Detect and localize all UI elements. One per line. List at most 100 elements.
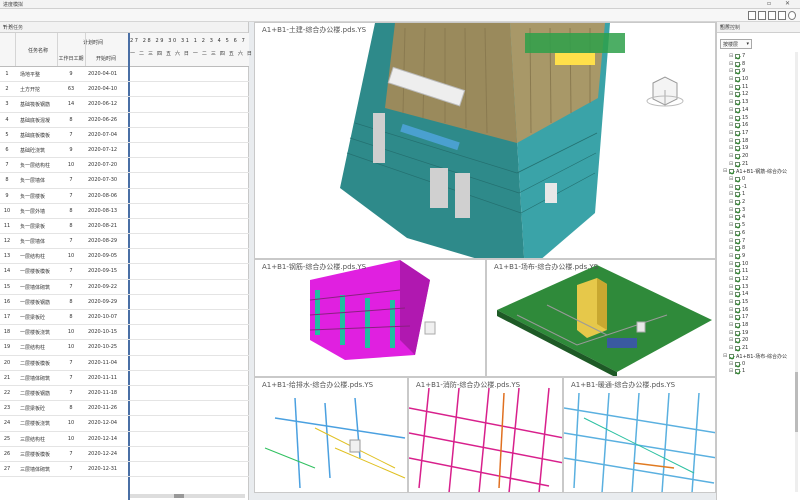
tree-node[interactable]: ⊟ 9 [717, 253, 800, 261]
layer-checkbox[interactable] [735, 207, 740, 213]
tree-node[interactable]: ⊟ 12 [717, 276, 800, 284]
layer-checkbox[interactable] [735, 130, 740, 136]
expand-icon[interactable]: ⊟ [729, 291, 733, 297]
tree-node[interactable]: ⊟ 16 [717, 122, 800, 130]
tree-node[interactable]: ⊟ 7 [717, 53, 800, 61]
tree-node[interactable]: ⊟ 0 [717, 176, 800, 184]
viewport-fire[interactable]: A1+B1-消防-综合办公楼.pds.YS [408, 377, 563, 493]
tree-node[interactable]: ⊟ 13 [717, 284, 800, 292]
tree-node[interactable]: ⊟ 14 [717, 107, 800, 115]
expand-icon[interactable]: ⊟ [729, 222, 733, 228]
layer-checkbox[interactable] [735, 84, 740, 90]
table-row[interactable]: 13 一层结构柱 10 2020-09-05 [0, 249, 249, 265]
table-row[interactable]: 15 一层墙体砌筑 7 2020-09-22 [0, 280, 249, 295]
tree-node[interactable]: ⊟ 21 [717, 345, 800, 353]
layer-checkbox[interactable] [735, 161, 740, 167]
layer-checkbox[interactable] [735, 330, 740, 336]
table-row[interactable]: 23 二层梁板砼 8 2020-11-26 [0, 401, 249, 417]
layer-checkbox[interactable] [735, 276, 740, 282]
tree-node[interactable]: ⊟ 8 [717, 61, 800, 69]
layer-checkbox[interactable] [735, 107, 740, 113]
layer-checkbox[interactable] [735, 323, 740, 329]
layer-checkbox[interactable] [735, 246, 740, 252]
tree-node[interactable]: ⊟ 0 [717, 361, 800, 369]
layer-checkbox[interactable] [735, 146, 740, 152]
layer-checkbox[interactable] [735, 153, 740, 159]
tree-node[interactable]: ⊟ 18 [717, 322, 800, 330]
expand-icon[interactable]: ⊟ [729, 284, 733, 290]
layer-checkbox[interactable] [735, 361, 740, 367]
expand-icon[interactable]: ⊟ [729, 345, 733, 351]
layer-checkbox[interactable] [735, 315, 740, 321]
table-row[interactable]: 8 负一层墙体 7 2020-07-30 [0, 173, 249, 189]
tree-node[interactable]: ⊟ 9 [717, 68, 800, 76]
table-row[interactable]: 22 二层楼板钢筋 7 2020-11-18 [0, 386, 249, 402]
table-row[interactable]: 6 基础砼浇筑 9 2020-07-12 [0, 143, 249, 159]
table-row[interactable]: 3 基础筏板钢筋 14 2020-06-12 [0, 97, 249, 113]
expand-icon[interactable]: ⊟ [729, 230, 733, 236]
expand-icon[interactable]: ⊟ [723, 168, 727, 174]
expand-icon[interactable]: ⊟ [729, 276, 733, 282]
expand-icon[interactable]: ⊟ [729, 307, 733, 313]
expand-icon[interactable]: ⊟ [729, 330, 733, 336]
col-duration[interactable]: 工作日工期 [58, 55, 84, 62]
view-cube-icon[interactable] [646, 76, 684, 107]
expand-icon[interactable]: ⊟ [729, 199, 733, 205]
table-row[interactable]: 27 三层墙体砌筑 7 2020-12-31 [0, 462, 249, 478]
layer-checkbox[interactable] [735, 338, 740, 344]
layer-checkbox[interactable] [735, 253, 740, 259]
expand-icon[interactable]: ⊟ [729, 184, 733, 190]
expand-icon[interactable]: ⊟ [723, 353, 727, 359]
table-row[interactable]: 2 土方开挖 63 2020-04-10 [0, 82, 249, 98]
viewport-rebar[interactable]: A1+B1-钢筋-综合办公楼.pds.YS [254, 259, 486, 377]
expand-icon[interactable]: ⊟ [729, 361, 733, 367]
table-row[interactable]: 24 二层楼板浇筑 10 2020-12-04 [0, 416, 249, 432]
layer-checkbox[interactable] [735, 300, 740, 305]
tree-node[interactable]: ⊟ 11 [717, 268, 800, 276]
tree-node[interactable]: ⊟ 17 [717, 314, 800, 322]
layer-filter-dropdown[interactable]: 按楼层 ▾ [720, 39, 752, 49]
tree-node[interactable]: ⊟ A1+B1-钢筋-综合办公 [717, 168, 800, 176]
layer-checkbox[interactable] [735, 200, 740, 206]
table-row[interactable]: 7 负一层结构柱 10 2020-07-20 [0, 158, 249, 174]
task-panel-controls[interactable]: ▾ ✕ [3, 23, 245, 30]
tree-node[interactable]: ⊟ 1 [717, 191, 800, 199]
expand-icon[interactable]: ⊟ [729, 261, 733, 267]
layer-checkbox[interactable] [735, 184, 740, 190]
tree-node[interactable]: ⊟ 8 [717, 245, 800, 253]
viewport-hvac[interactable]: A1+B1-暖通-综合办公楼.pds.YS [563, 377, 716, 493]
table-row[interactable]: 1 场地平整 9 2020-04-01 [0, 67, 249, 83]
layer-checkbox[interactable] [735, 138, 740, 144]
layer-checkbox[interactable] [735, 123, 740, 129]
expand-icon[interactable]: ⊟ [729, 322, 733, 328]
table-row[interactable]: 26 三层楼板模板 7 2020-12-24 [0, 447, 249, 462]
table-row[interactable]: 25 三层结构柱 10 2020-12-14 [0, 432, 249, 447]
tree-node[interactable]: ⊟ 20 [717, 153, 800, 161]
expand-icon[interactable]: ⊟ [729, 68, 733, 74]
expand-icon[interactable]: ⊟ [729, 299, 733, 305]
table-row[interactable]: 4 基础底板混凝 8 2020-06-26 [0, 113, 249, 128]
col-start-date[interactable]: 开始时间 [88, 55, 124, 62]
tree-node[interactable]: ⊟ 6 [717, 230, 800, 238]
expand-icon[interactable]: ⊟ [729, 145, 733, 151]
layer-checkbox[interactable] [735, 61, 740, 67]
table-row[interactable]: 5 基础底板模板 7 2020-07-04 [0, 128, 249, 143]
col-task-name[interactable]: 任务名称 [20, 47, 56, 54]
tree-node[interactable]: ⊟ A1+B1-场布-综合办公 [717, 353, 800, 361]
tree-node[interactable]: ⊟ 15 [717, 299, 800, 307]
layer-checkbox[interactable] [735, 215, 740, 221]
table-row[interactable]: 12 负一层墙体 7 2020-08-29 [0, 234, 249, 250]
table-row[interactable]: 16 一层楼板钢筋 8 2020-09-29 [0, 295, 249, 310]
layer-checkbox[interactable] [735, 92, 740, 98]
tree-node[interactable]: ⊟ 7 [717, 238, 800, 246]
expand-icon[interactable]: ⊟ [729, 161, 733, 167]
tree-node[interactable]: ⊟ 10 [717, 261, 800, 269]
layout-two-icon[interactable] [758, 11, 766, 20]
table-row[interactable]: 11 负一层梁板 8 2020-08-21 [0, 219, 249, 235]
expand-icon[interactable]: ⊟ [729, 337, 733, 343]
settings-icon[interactable] [788, 11, 796, 20]
layer-checkbox[interactable] [735, 307, 740, 313]
layer-checkbox[interactable] [735, 292, 740, 298]
tree-node[interactable]: ⊟ 12 [717, 91, 800, 99]
expand-icon[interactable]: ⊟ [729, 61, 733, 67]
